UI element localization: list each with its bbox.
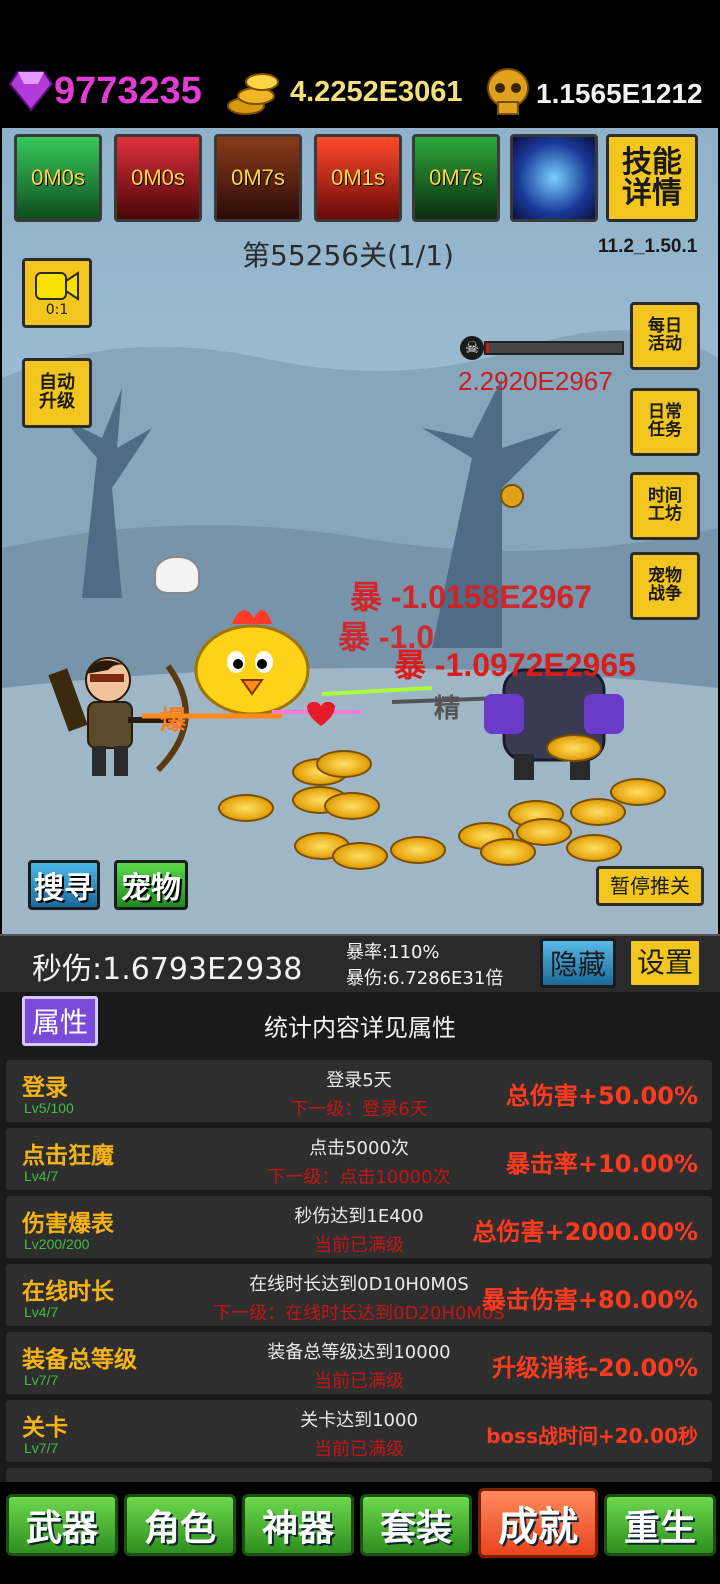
coin[interactable] (390, 836, 446, 864)
settings-button[interactable]: 设置 (628, 938, 702, 988)
skill-slot-3[interactable]: 0M7s (214, 134, 302, 222)
version-label: 11.2_1.50.1 (598, 236, 698, 257)
skill-timer: 0M7s (429, 165, 483, 190)
floating-gold-skull-icon (500, 484, 524, 508)
skill-slot-1[interactable]: 0M0s (14, 134, 102, 222)
skill-timer: 0M0s (131, 165, 185, 190)
tab-character[interactable]: 角色 (124, 1494, 236, 1556)
gem-count: 9773235 (54, 70, 202, 112)
pause-progress-button[interactable]: 暂停推关 (596, 866, 704, 906)
currency-bar: 9773235 4.2252E3061 1.1565E1212 (0, 0, 720, 128)
skill-slot-2[interactable]: 0M0s (114, 134, 202, 222)
achievement-bonus: 总伤害+2000.00% (472, 1218, 698, 1246)
skill-details-button[interactable]: 技能 详情 (606, 134, 698, 222)
skill-slot-4[interactable]: 0M1s (314, 134, 402, 222)
tab-weapons[interactable]: 武器 (6, 1494, 118, 1556)
coin[interactable] (218, 794, 274, 822)
panel-title: 统计内容详见属性 (264, 1014, 456, 1042)
skull-count: 1.1565E1212 (536, 78, 703, 109)
achievement-bonus: 暴击率+10.00% (505, 1150, 698, 1178)
achievement-row-login: 登录 Lv5/100 登录5天 下一级：登录6天 总伤害+50.00% (6, 1060, 712, 1122)
coin[interactable] (324, 792, 380, 820)
crit-damage-value: 暴伤:6.7286E31倍 (346, 968, 504, 989)
bottom-nav: 武器 角色 神器 套装 成就 重生 (0, 1486, 720, 1584)
video-speed-button[interactable]: 0:1 (22, 258, 92, 328)
skill-timer: 0M0s (31, 165, 85, 190)
hide-button[interactable]: 隐藏 (540, 938, 616, 988)
tab-rebirth[interactable]: 重生 (604, 1494, 716, 1556)
coin[interactable] (516, 818, 572, 846)
coin[interactable] (566, 834, 622, 862)
stage-label: 第55256关(1/1) (242, 239, 454, 272)
achievement-bonus: 暴击伤害+80.00% (481, 1286, 698, 1314)
tab-artifacts[interactable]: 神器 (242, 1494, 354, 1556)
tab-achievements[interactable]: 成就 (478, 1488, 598, 1558)
skill-slot-6[interactable] (510, 134, 598, 222)
coin[interactable] (316, 750, 372, 778)
achievement-row-clicker: 点击狂魔 Lv4/7 点击5000次 下一级：点击10000次 暴击率+10.0… (6, 1128, 712, 1190)
elite-marker: 精 (434, 694, 461, 724)
pet-war-button[interactable]: 宠物 战争 (630, 552, 700, 620)
search-button[interactable]: 搜寻 (28, 860, 100, 910)
gold-skull-icon (484, 66, 532, 118)
crit-damage-text-3: 暴 -1.0972E2965 (394, 647, 636, 683)
achievement-row-partial (6, 1468, 712, 1482)
crit-rate-value: 暴率:110% (346, 942, 440, 963)
coin[interactable] (570, 798, 626, 826)
boss-skull-icon: ☠ (460, 336, 484, 360)
skill-timer: 0M1s (331, 165, 385, 190)
video-speed-label: 0:1 (45, 301, 69, 318)
achievement-row-damage: 伤害爆表 Lv200/200 秒伤达到1E400 当前已满级 总伤害+2000.… (6, 1196, 712, 1258)
achievements-panel: 属性 统计内容详见属性 登录 Lv5/100 登录5天 下一级：登录6天 总伤害… (0, 992, 720, 1482)
skill-slot-5[interactable]: 0M7s (412, 134, 500, 222)
boss-hp-track (484, 341, 624, 355)
coin[interactable] (546, 734, 602, 762)
daily-event-button[interactable]: 每日 活动 (630, 302, 700, 370)
coin[interactable] (610, 778, 666, 806)
daily-task-button[interactable]: 日常 任务 (630, 388, 700, 456)
boss-hp-value: 2.2920E2967 (458, 366, 613, 396)
pet-button[interactable]: 宠物 (114, 860, 188, 910)
gem-icon (8, 68, 54, 114)
coin[interactable] (332, 842, 388, 870)
boss-hp-bar: ☠ (460, 336, 626, 360)
achievement-bonus: boss战时间+20.00秒 (486, 1424, 698, 1448)
gold-count: 4.2252E3061 (290, 76, 463, 108)
achievement-row-stage: 关卡 Lv7/7 关卡达到1000 当前已满级 boss战时间+20.00秒 (6, 1400, 712, 1462)
gold-coins-icon (226, 66, 280, 118)
auto-upgrade-button[interactable]: 自动 升级 (22, 358, 92, 428)
achievement-row-online: 在线时长 Lv4/7 在线时长达到0D10H0M0S 下一级：在线时长达到0D2… (6, 1264, 712, 1326)
stats-bar: 秒伤:1.6793E2938 暴率:110% 暴伤:6.7286E31倍 隐藏 … (0, 934, 720, 994)
achievement-bonus: 总伤害+50.00% (505, 1082, 698, 1110)
boss-hp-fill (486, 343, 489, 353)
skill-timer: 0M7s (231, 165, 285, 190)
time-workshop-button[interactable]: 时间 工坊 (630, 472, 700, 540)
achievement-bonus: 升级消耗-20.00% (492, 1354, 698, 1382)
achievement-row-equipment: 装备总等级 Lv7/7 装备总等级达到10000 当前已满级 升级消耗-20.0… (6, 1332, 712, 1394)
video-camera-icon (35, 270, 79, 301)
dps-value: 秒伤:1.6793E2938 (32, 952, 303, 987)
tab-sets[interactable]: 套装 (360, 1494, 472, 1556)
skull-prop-icon (154, 556, 200, 594)
battle-scene[interactable]: 0M0s 0M0s 0M7s 0M1s 0M7s 技能 详情 第55256关(1… (2, 128, 718, 934)
